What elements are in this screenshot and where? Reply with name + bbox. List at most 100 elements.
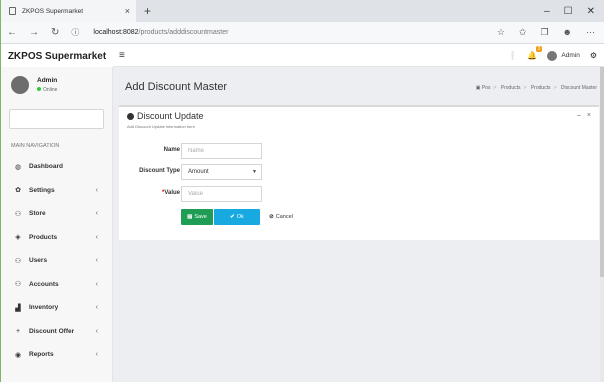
status-text: Online: [43, 87, 58, 93]
discount-update-card: Discount Update Add Discount Update info…: [119, 105, 599, 240]
notifications-icon[interactable]: 🔔 3: [527, 46, 543, 60]
check-icon: ✔: [230, 214, 235, 220]
breadcrumb-item: Discount Master: [560, 85, 597, 91]
chevron-left-icon: ‹: [95, 280, 98, 288]
page-scrollbar[interactable]: [600, 67, 604, 382]
user-status: Online: [37, 87, 57, 93]
save-icon: ▤: [187, 214, 193, 220]
user-menu[interactable]: Admin: [547, 50, 580, 61]
sidebar-item-dashboard[interactable]: ◍ Dashboard: [1, 155, 112, 179]
sidebar: Admin Online MAIN NAVIGATION ◍ Dashboard ✿…: [1, 67, 113, 382]
sidebar-search-input[interactable]: [9, 109, 104, 129]
maximize-icon[interactable]: ☐: [564, 6, 573, 17]
notification-badge: 3: [535, 46, 543, 52]
plus-icon: +: [15, 327, 21, 335]
save-label: Save: [194, 214, 207, 220]
sidebar-item-discount-offer[interactable]: + Discount Offer ‹: [1, 320, 112, 344]
url-host: localhost:8082: [93, 29, 139, 36]
chevron-left-icon: ‹: [95, 210, 98, 218]
sidebar-nav: ◍ Dashboard ✿ Settings ‹ ⚇ Store ‹ ◈ Products ‹ ⚇ Us…: [1, 155, 112, 367]
sidebar-item-store[interactable]: ⚇ Store ‹: [1, 202, 112, 226]
sidebar-item-label: Settings: [29, 186, 55, 194]
chevron-left-icon: ‹: [95, 351, 98, 359]
top-navbar: ≡ ❕ 🔔 3 Admin ⚙: [113, 45, 604, 67]
value-field[interactable]: [181, 186, 262, 202]
card-title-text: Discount Update: [137, 111, 204, 121]
brand-logo[interactable]: ZKPOS Supermarket: [1, 45, 113, 67]
menu-toggle-icon[interactable]: ≡: [119, 50, 125, 61]
browser-tab-bar: ZKPOS Supermarket × + – ☐ ✕: [1, 0, 604, 22]
address-bar: ← → ↻ ⓘ localhost:8082/products/adddisco…: [1, 22, 604, 44]
gear-icon: ✿: [15, 187, 21, 195]
plus-circle-icon: [127, 112, 134, 120]
breadcrumb: ▣ Pos > Products > Products > Discount Mast…: [475, 85, 597, 91]
sidebar-item-label: Discount Offer: [29, 327, 75, 335]
cancel-button[interactable]: ⊘ Cancel: [261, 209, 301, 225]
navbar-right: ❕ 🔔 3 Admin ⚙: [507, 46, 604, 61]
users-icon: ⚇: [14, 210, 22, 218]
card-tools: – ×: [577, 112, 591, 119]
ok-label: Ok: [236, 214, 244, 220]
chevron-left-icon: ‹: [95, 327, 98, 335]
sidebar-item-label: Accounts: [29, 280, 59, 288]
back-icon[interactable]: ←: [7, 27, 17, 38]
save-button[interactable]: ▤ Save: [181, 209, 213, 225]
url-path: /products/adddiscountmaster: [138, 29, 229, 36]
breadcrumb-item[interactable]: Pos: [482, 85, 491, 91]
browser-tab[interactable]: ZKPOS Supermarket ×: [1, 0, 136, 22]
discount-type-value: Amount: [188, 169, 209, 175]
sidebar-item-inventory[interactable]: ▟ Inventory ‹: [1, 296, 112, 320]
sidebar-item-accounts[interactable]: ⚇ Accounts ‹: [1, 273, 112, 297]
discount-type-select[interactable]: Amount ▼: [181, 164, 262, 180]
collapse-icon[interactable]: –: [577, 112, 581, 119]
users-icon: ⚇: [14, 281, 22, 289]
profile-icon[interactable]: ☻: [563, 27, 572, 38]
close-icon[interactable]: ✕: [587, 6, 595, 17]
nav-heading: MAIN NAVIGATION: [11, 143, 60, 149]
settings-gear-icon[interactable]: ⚙: [590, 51, 597, 60]
tab-title: ZKPOS Supermarket: [22, 7, 84, 15]
main-content: Add Discount Master ▣ Pos > Products > Pro…: [113, 67, 604, 382]
favorites-icon[interactable]: ✩: [519, 27, 527, 38]
sidebar-item-settings[interactable]: ✿ Settings ‹: [1, 179, 112, 203]
forward-icon[interactable]: →: [29, 27, 39, 38]
minimize-icon[interactable]: –: [544, 6, 550, 17]
url-field[interactable]: localhost:8082/products/adddiscountmaste…: [93, 29, 228, 36]
user-name: Admin: [37, 77, 58, 84]
sidebar-item-label: Inventory: [29, 304, 59, 312]
page-title: Add Discount Master: [125, 81, 228, 93]
more-icon[interactable]: ⋯: [586, 27, 595, 38]
tags-icon: ◈: [15, 234, 21, 242]
sidebar-item-products[interactable]: ◈ Products ‹: [1, 226, 112, 250]
remove-icon[interactable]: ×: [587, 112, 591, 119]
sidebar-item-users[interactable]: ⚇ Users ‹: [1, 249, 112, 273]
name-field[interactable]: [181, 143, 262, 159]
tab-close-icon[interactable]: ×: [125, 6, 130, 16]
window-controls: – ☐ ✕: [544, 6, 604, 17]
sidebar-item-label: Dashboard: [29, 163, 63, 171]
browser-actions: ☆ ✩ ❐ ☻ ⋯: [497, 27, 604, 38]
discount-type-label: Discount Type: [139, 168, 180, 174]
sidebar-item-label: Products: [29, 233, 58, 241]
admin-label: Admin: [561, 52, 580, 59]
card-subtitle: Add Discount Update information here.: [127, 124, 196, 129]
chevron-left-icon: ‹: [95, 257, 98, 265]
collections-icon[interactable]: ❐: [540, 27, 548, 38]
new-tab-icon[interactable]: +: [144, 4, 151, 18]
eye-icon: ◉: [14, 351, 22, 359]
avatar: [547, 50, 558, 61]
ok-button[interactable]: ✔ Ok: [214, 209, 260, 225]
info-icon[interactable]: ⓘ: [71, 27, 79, 38]
breadcrumb-item[interactable]: Products: [501, 85, 521, 91]
breadcrumb-item[interactable]: Products: [531, 85, 551, 91]
sidebar-item-label: Store: [29, 210, 46, 218]
read-aloud-icon[interactable]: ☆: [497, 27, 505, 38]
user-panel: Admin Online: [1, 67, 112, 103]
sidebar-item-reports[interactable]: ◉ Reports ‹: [1, 343, 112, 367]
cancel-icon: ⊘: [269, 214, 274, 220]
info-circle-icon[interactable]: ❕: [507, 51, 517, 60]
users-icon: ⚇: [14, 257, 22, 265]
scrollbar-thumb[interactable]: [600, 67, 604, 277]
refresh-icon[interactable]: ↻: [51, 27, 59, 38]
page-icon: [9, 7, 16, 15]
